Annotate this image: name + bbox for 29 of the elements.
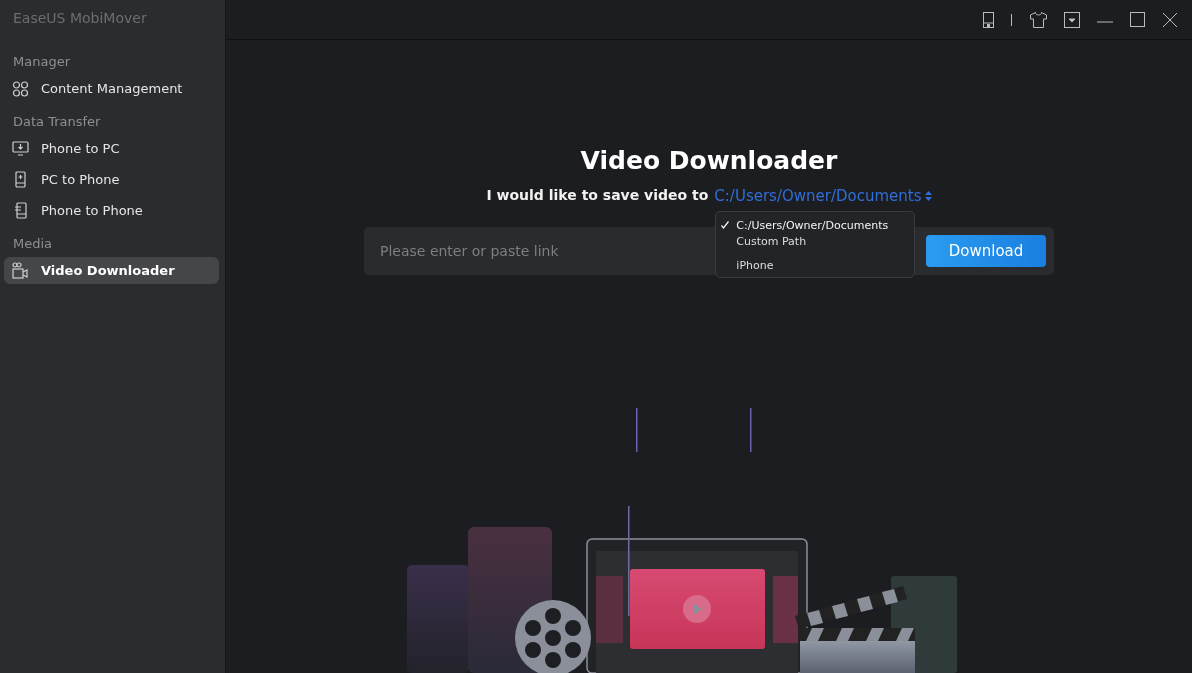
section-heading: Manager	[12, 53, 71, 71]
sidebar-item[interactable]: Phone to Phone	[4, 197, 219, 224]
app-title: EaseUS MobiMover	[12, 9, 148, 28]
section-heading: Media	[12, 235, 54, 253]
path-select[interactable]: C:/Users/Owner/Documents	[714, 187, 932, 205]
device-icon[interactable]	[983, 11, 994, 28]
video-camera-icon	[12, 262, 29, 279]
sidebar-item[interactable]: PC to Phone	[4, 166, 219, 193]
sidebar-item[interactable]: Video Downloader	[4, 257, 219, 284]
dropdown-icon[interactable]	[1064, 11, 1080, 28]
divider-icon	[1011, 13, 1013, 26]
sort-icon	[924, 190, 932, 202]
close-icon[interactable]	[1162, 11, 1178, 28]
menu-option[interactable]: Custom Path	[716, 233, 915, 249]
save-prompt: I would like to save video to	[486, 187, 709, 205]
shirt-icon[interactable]	[1030, 11, 1047, 28]
monitor-icon	[12, 141, 29, 156]
grid-icon	[12, 80, 29, 97]
check-icon	[721, 221, 730, 229]
sidebar-item[interactable]: Content Management	[4, 75, 219, 102]
section-heading: Data Transfer	[12, 113, 102, 131]
sidebar-item[interactable]: Phone to PC	[4, 135, 219, 162]
menu-option[interactable]: iPhone	[716, 257, 915, 273]
menu-option[interactable]: C:/Users/Owner/Documents	[716, 217, 915, 233]
phones-icon	[12, 202, 29, 219]
download-button[interactable]: Download	[926, 235, 1046, 267]
page-title: Video Downloader	[580, 146, 838, 175]
phone-icon	[12, 171, 29, 188]
maximize-icon[interactable]	[1130, 12, 1145, 27]
